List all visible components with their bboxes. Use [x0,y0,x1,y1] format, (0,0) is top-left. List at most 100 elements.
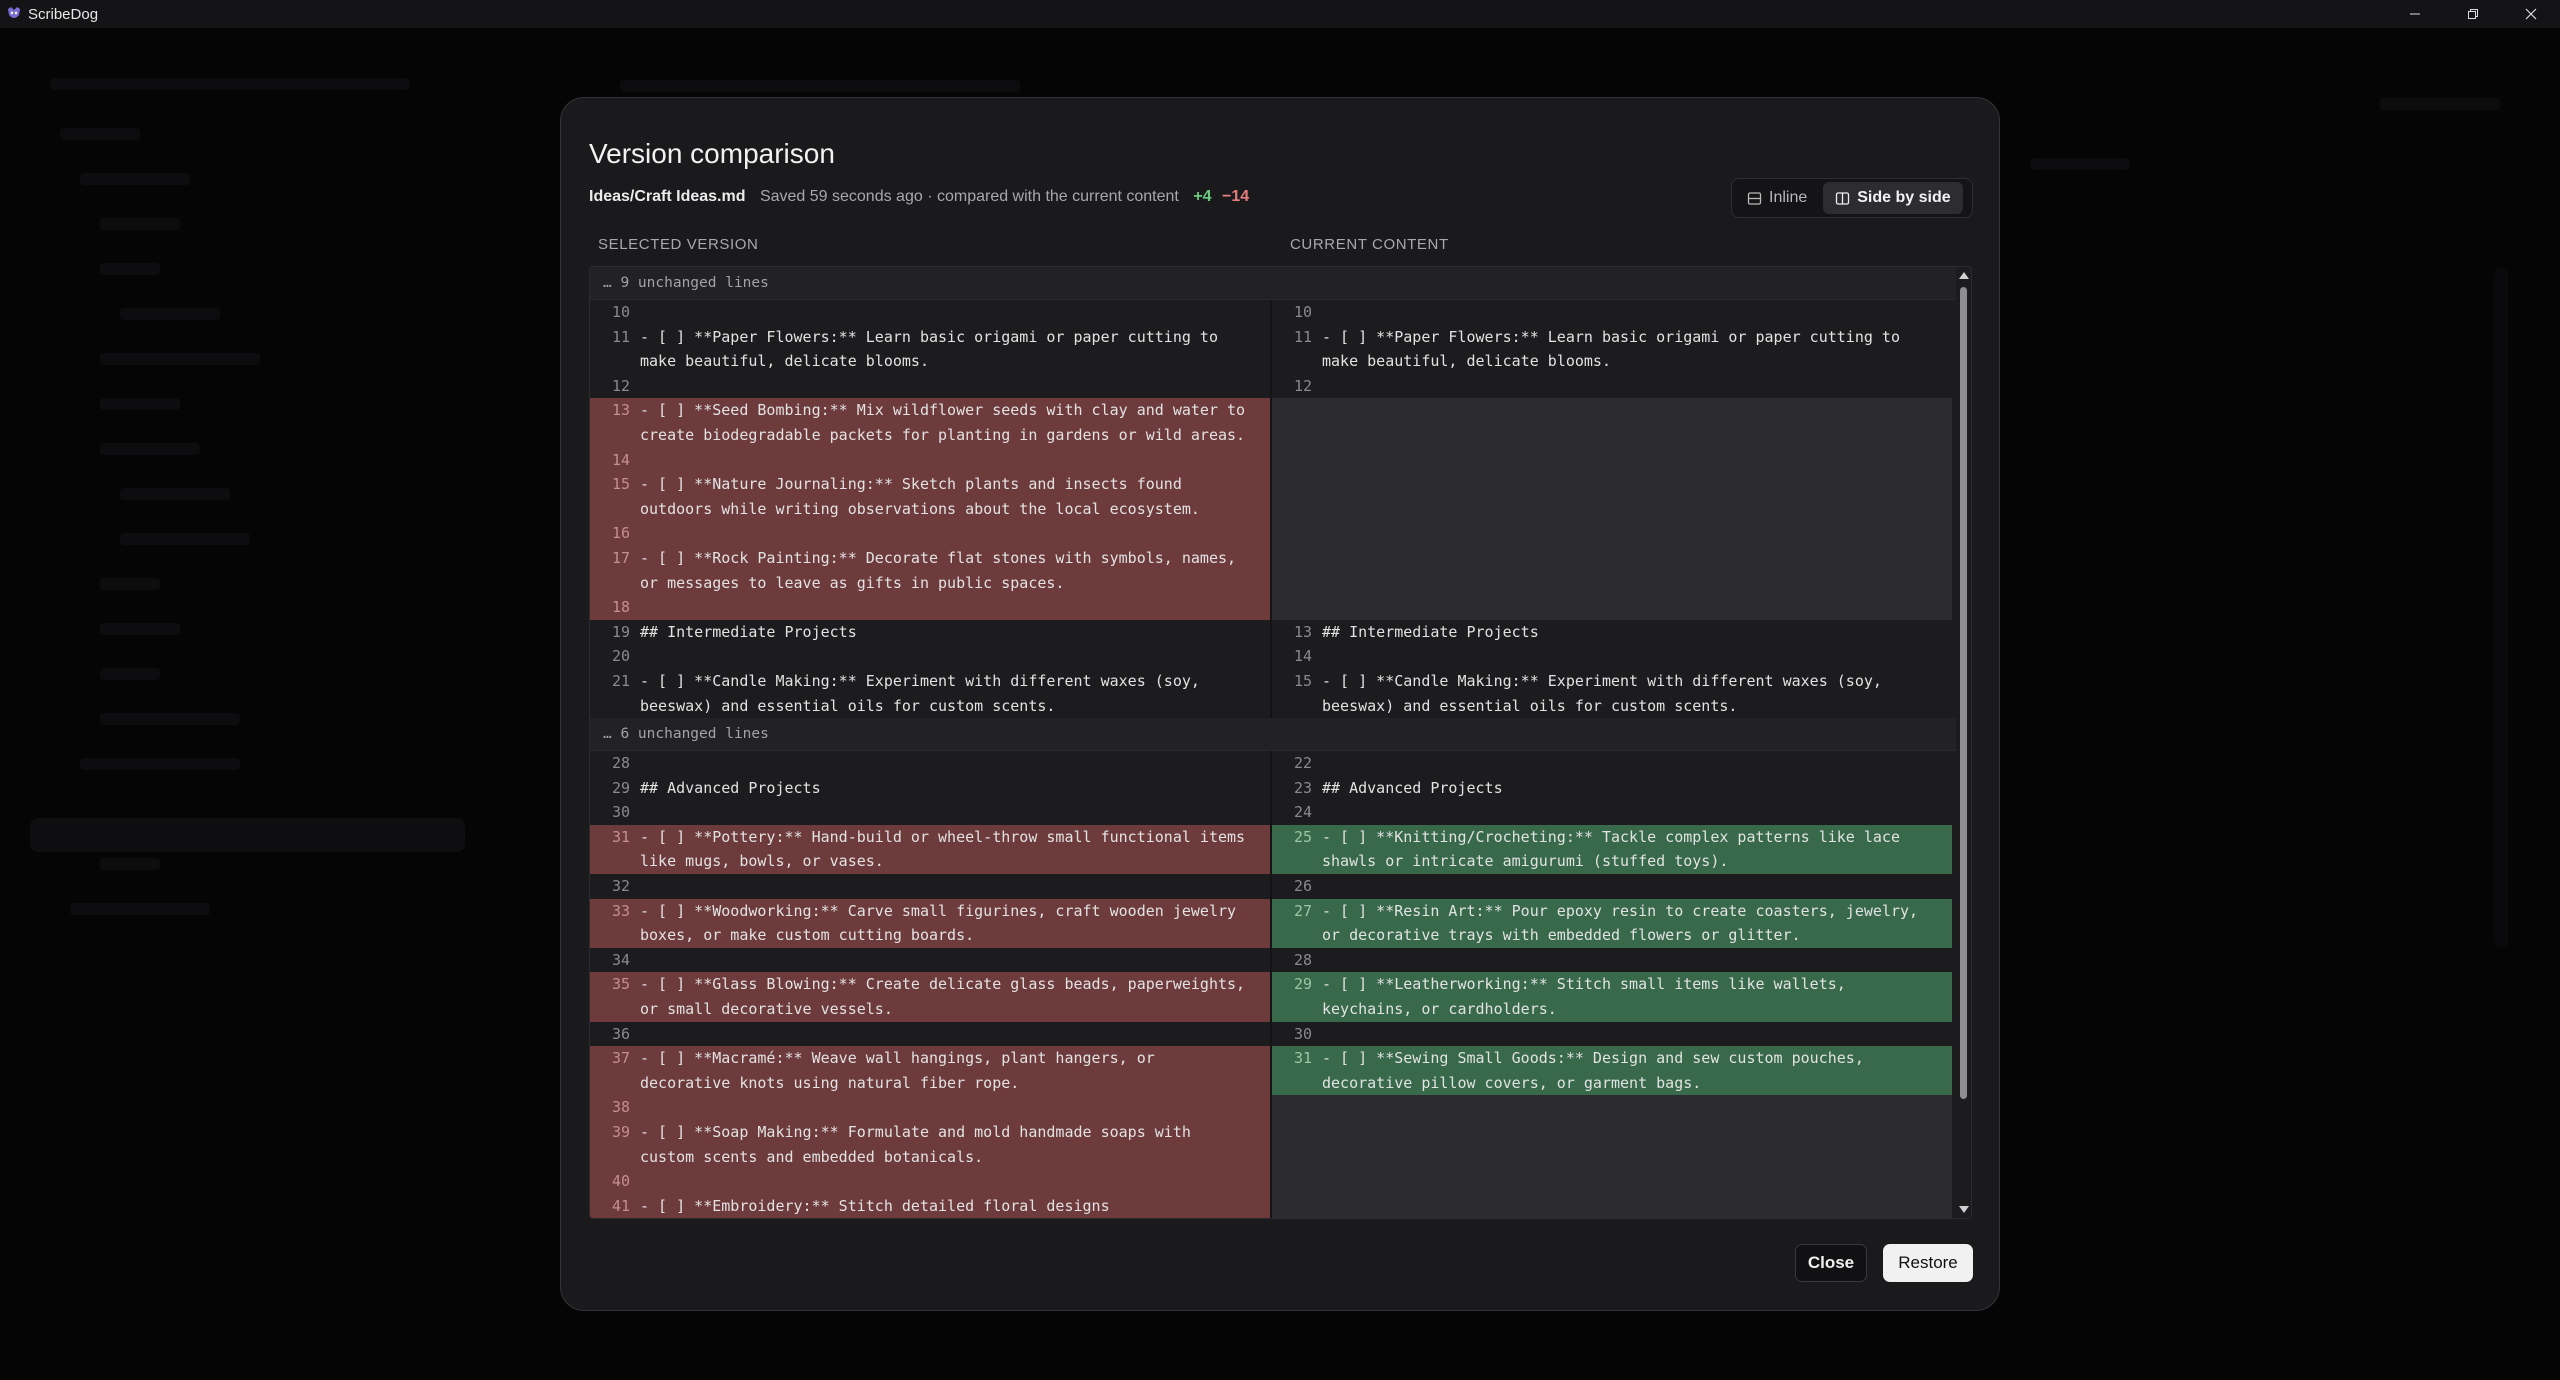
close-button[interactable]: Close [1795,1244,1867,1282]
collapsed-unchanged-lines[interactable]: … 6 unchanged lines [590,718,1971,752]
line-number: 36 [611,1024,630,1043]
current-content-header: CURRENT CONTENT [1290,236,1449,253]
line-number: 19 [611,622,630,641]
diff-view[interactable]: … 9 unchanged lines 10 10 11 - [ ] **Paper F… [589,266,1972,1219]
diff-row: 16 [590,521,1971,546]
scrollbar-thumb[interactable] [1960,287,1967,1099]
line-text: - [ ] **Resin Art:** Pour epoxy resin to… [1322,901,1928,945]
line-text [640,595,1260,620]
file-path: Ideas/Craft Ideas.md [589,188,746,205]
current-content-line [1272,1095,1952,1120]
restore-button[interactable]: Restore [1883,1244,1973,1282]
line-text: - [ ] **Macramé:** Weave wall hangings, … [640,1049,1164,1092]
diff-row: 30 24 [590,800,1971,825]
diff-row: 31 - [ ] **Pottery:** Hand-build or wheel… [590,824,1971,875]
line-text: - [ ] **Candle Making:** Experiment with… [1322,671,1891,715]
current-content-line [1272,521,1952,546]
line-number: 29 [611,778,630,797]
line-text [640,1169,1260,1194]
selected-version-line: 31 - [ ] **Pottery:** Hand-build or wheel… [590,824,1272,875]
diff-scrollbar[interactable] [1956,267,1971,1218]
line-number: 31 [1293,1049,1312,1068]
restore-window-button[interactable] [2444,0,2502,28]
removed-count: −14 [1222,188,1250,205]
current-content-line [1272,595,1952,620]
line-text [640,448,1260,473]
line-text: ## Advanced Projects [1322,778,1503,797]
collapsed-unchanged-lines[interactable]: … 9 unchanged lines [590,267,1971,300]
current-content-line [1272,545,1952,596]
line-number: 14 [611,450,630,469]
line-number: 20 [611,647,630,666]
line-number: 31 [611,827,630,846]
current-content-line [1272,1169,1952,1194]
selected-version-line: 41 - [ ] **Embroidery:** Stitch detailed … [590,1193,1272,1218]
selected-version-line: 35 - [ ] **Glass Blowing:** Create delica… [590,972,1272,1022]
line-text: ## Advanced Projects [640,778,821,797]
dialog-title: Version comparison [589,138,835,169]
diff-row: 37 - [ ] **Macramé:** Weave wall hangings… [590,1046,1971,1096]
line-text: - [ ] **Paper Flowers:** Learn basic ori… [640,327,1227,371]
line-number: 27 [1293,901,1312,920]
line-text: - [ ] **Sewing Small Goods:** Design and… [1322,1049,1873,1092]
line-number: 37 [611,1049,630,1068]
line-text: ## Intermediate Projects [640,622,857,641]
diff-row: 19 ## Intermediate Projects 13 ## Intermedi… [590,619,1971,645]
selected-version-line: 33 - [ ] **Woodworking:** Carve small fig… [590,898,1272,948]
inline-view-label: Inline [1769,189,1808,206]
line-text: - [ ] **Pottery:** Hand-build or wheel-t… [640,827,1255,871]
selected-version-line: 21 - [ ] **Candle Making:** Experiment wi… [590,668,1272,719]
current-content-line: 25 - [ ] **Knitting/Crocheting:** Tackle … [1272,824,1952,875]
diff-body: … 9 unchanged lines 10 10 11 - [ ] **Paper F… [590,267,1971,1218]
close-window-button[interactable] [2502,0,2560,28]
line-number: 11 [611,327,630,346]
diff-row: 41 - [ ] **Embroidery:** Stitch detailed … [590,1193,1971,1218]
current-content-line [1272,472,1952,522]
line-number: 35 [611,975,630,994]
minimize-button[interactable] [2386,0,2444,28]
current-content-line [1272,398,1952,448]
line-number: 22 [1293,754,1312,773]
selected-version-line: 30 [590,800,1272,825]
line-number: 14 [1293,647,1312,666]
line-number: 40 [611,1172,630,1191]
scroll-down-arrow-icon[interactable] [1959,1206,1969,1213]
inline-view-button[interactable]: Inline [1735,182,1819,214]
line-number: 38 [611,1098,630,1117]
restore-window-icon [2468,9,2478,19]
diff-row: 14 [590,447,1971,473]
line-number: 26 [1293,877,1312,896]
line-number: 28 [611,754,630,773]
line-text [640,300,1260,325]
line-text [640,874,1260,899]
line-text: - [ ] **Seed Bombing:** Mix wildflower s… [640,401,1255,444]
selected-version-line: 38 [590,1095,1272,1120]
current-content-line: 22 [1272,751,1952,776]
version-meta: Ideas/Craft Ideas.md Saved 59 seconds ag… [589,188,1249,206]
line-number: 15 [1293,671,1312,690]
line-number: 41 [611,1196,630,1215]
line-text [1322,1022,1942,1047]
current-content-line: 12 [1272,374,1952,399]
current-content-line: 14 [1272,644,1952,669]
line-number: 17 [611,548,630,567]
side-by-side-view-button[interactable]: Side by side [1823,182,1963,214]
line-number: 23 [1293,778,1312,797]
diff-row: 40 [590,1169,1971,1194]
side-by-side-view-label: Side by side [1857,189,1951,206]
line-number: 28 [1293,950,1312,969]
diff-row: 36 30 [590,1021,1971,1047]
diff-row: 18 [590,595,1971,620]
selected-version-line: 34 [590,947,1272,973]
line-text [640,948,1260,973]
selected-version-line: 14 [590,447,1272,473]
selected-version-line: 11 - [ ] **Paper Flowers:** Learn basic o… [590,324,1272,374]
line-text: - [ ] **Embroidery:** Stitch detailed fl… [640,1196,1110,1215]
diff-row: 29 ## Advanced Projects 23 ## Advanced Proj… [590,775,1971,801]
selected-version-line: 19 ## Intermediate Projects [590,619,1272,645]
line-text: ## Intermediate Projects [1322,622,1539,641]
line-text [1322,751,1942,776]
line-text [1322,948,1942,973]
line-number: 12 [611,376,630,395]
scroll-up-arrow-icon[interactable] [1959,272,1969,279]
